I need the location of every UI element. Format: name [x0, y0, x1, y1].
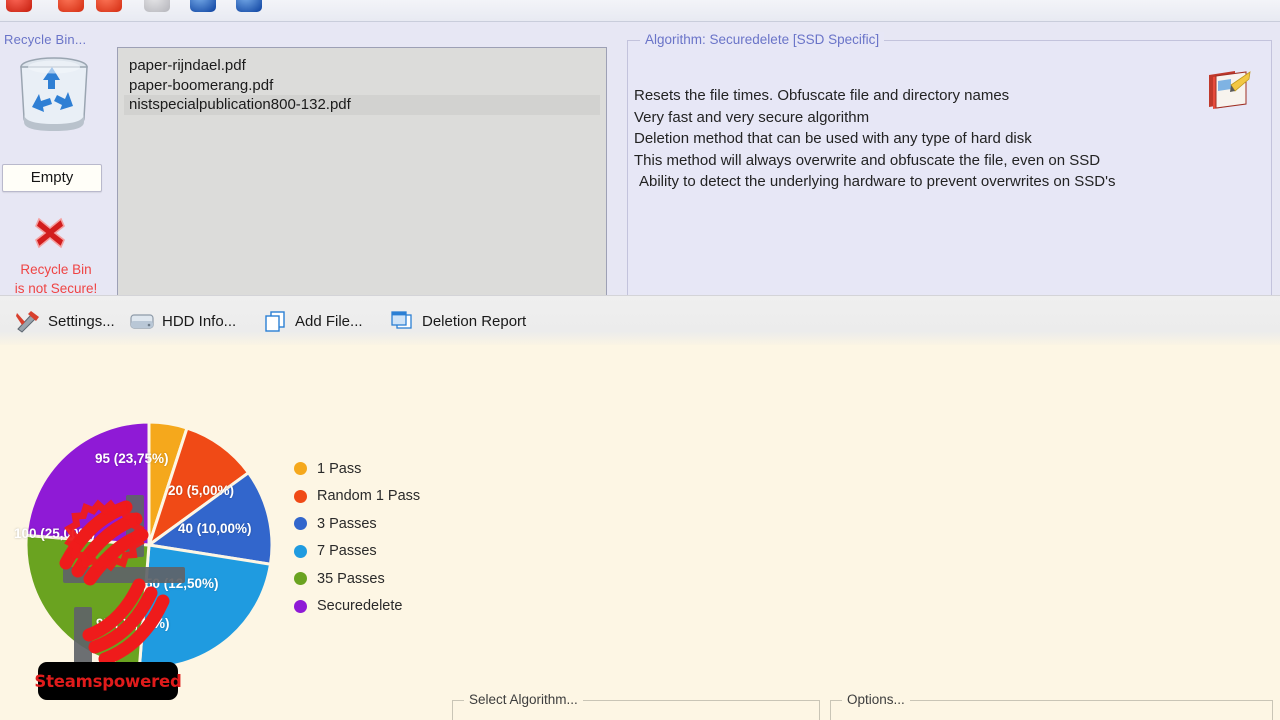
list-item[interactable]: paper-boomerang.pdf — [124, 76, 600, 96]
legend-color-swatch — [294, 572, 307, 586]
legend-color-swatch — [294, 489, 307, 503]
file-list[interactable]: paper-rijndael.pdf paper-boomerang.pdf n… — [117, 47, 607, 300]
legend-label: 7 Passes — [317, 543, 377, 560]
legend-color-swatch — [294, 517, 307, 531]
red-x-icon — [35, 217, 65, 249]
copy-pages-icon — [265, 311, 285, 332]
legend-label: 1 Pass — [317, 460, 362, 477]
legend-item: Securedelete — [294, 593, 434, 621]
delete-red-icon[interactable] — [58, 0, 84, 12]
tab-deletion-report-label: Deletion Report — [422, 312, 527, 330]
algorithm-info-title: Algorithm: Securedelete [SSD Specific] — [640, 32, 885, 47]
undo-icon[interactable] — [6, 0, 32, 12]
top-toolbar — [0, 0, 1280, 22]
options-group: Options... Always Ask before Deleting Al… — [830, 692, 1273, 720]
tab-add-file[interactable]: Add File... — [253, 302, 372, 340]
disabled-gray-icon — [144, 0, 170, 12]
algorithm-description-line: This method will always overwrite and ob… — [634, 151, 1101, 169]
algorithm-description-line: Ability to detect the underlying hardwar… — [639, 173, 1116, 190]
legend-color-swatch — [294, 599, 307, 613]
legend-label: Random 1 Pass — [317, 488, 421, 505]
notepad-pencil-icon[interactable] — [1205, 67, 1251, 111]
algorithm-description-line: Very fast and very secure algorithm — [634, 108, 870, 126]
tab-deletion-report[interactable]: Deletion Report — [380, 302, 535, 340]
options-title: Options... — [842, 692, 910, 707]
blue-globe-icon[interactable] — [236, 0, 262, 12]
windows-report-icon — [391, 311, 412, 329]
legend-label: Securedelete — [317, 598, 403, 615]
tools-hammer-wrench-icon — [16, 311, 39, 333]
tab-settings[interactable]: Settings... — [6, 302, 124, 340]
algorithm-info-panel: Algorithm: Securedelete [SSD Specific] R… — [627, 32, 1272, 310]
recycle-bin-warning: Recycle Bin is not Secure! — [0, 260, 112, 298]
legend-item: Random 1 Pass — [294, 483, 434, 511]
pie-slice-label: 95 (23,75%) — [95, 451, 169, 466]
legend-item: 7 Passes — [294, 538, 434, 566]
pie-chart-legend: 1 Pass Random 1 Pass 3 Passes 7 Passes 3… — [294, 455, 434, 620]
hard-disk-icon — [130, 314, 154, 329]
legend-item: 3 Passes — [294, 510, 434, 538]
warning-line-1: Recycle Bin — [20, 262, 92, 277]
watermark-text: Steamspowered — [34, 671, 182, 691]
steamspowered-watermark: Steamspowered — [34, 662, 182, 700]
delete-red-icon[interactable] — [96, 0, 122, 12]
list-item[interactable]: nistspecialpublication800-132.pdf — [124, 95, 600, 115]
upper-section: Recycle Bin... Empty Recycle Bin is not … — [0, 22, 1280, 310]
legend-label: 35 Passes — [317, 570, 385, 587]
tab-add-file-label: Add File... — [295, 312, 363, 330]
tab-hdd-info[interactable]: HDD Info... — [120, 302, 245, 340]
blue-globe-icon[interactable] — [190, 0, 216, 12]
select-algorithm-group: Select Algorithm... Quick 1 Pass Random … — [452, 692, 820, 720]
algorithm-description-line: Resets the file times. Obfuscate file an… — [634, 87, 1010, 104]
legend-label: 3 Passes — [317, 515, 377, 532]
red-gear-wrench-icon — [59, 495, 185, 669]
select-algorithm-title: Select Algorithm... — [464, 692, 583, 707]
legend-color-swatch — [294, 462, 307, 476]
empty-button[interactable]: Empty — [2, 164, 102, 192]
application-window: Recycle Bin... Empty Recycle Bin is not … — [0, 0, 1280, 720]
list-item[interactable]: paper-rijndael.pdf — [124, 56, 600, 76]
recycle-bin-title: Recycle Bin... — [4, 32, 87, 47]
legend-item: 1 Pass — [294, 455, 434, 483]
legend-item: 35 Passes — [294, 565, 434, 593]
legend-color-swatch — [294, 544, 307, 558]
recycle-bin-icon[interactable] — [10, 54, 98, 136]
algorithm-description-line: Deletion method that can be used with an… — [634, 130, 1032, 147]
tab-settings-label: Settings... — [48, 312, 115, 330]
tab-hdd-info-label: HDD Info... — [162, 312, 237, 330]
recycle-bin-panel: Recycle Bin... Empty Recycle Bin is not … — [0, 22, 112, 298]
toolbar-tabstrip: Settings... HDD Info... Add File... Dele… — [0, 295, 1280, 345]
algorithm-description: Resets the file times. Obfuscate file an… — [634, 85, 1234, 193]
